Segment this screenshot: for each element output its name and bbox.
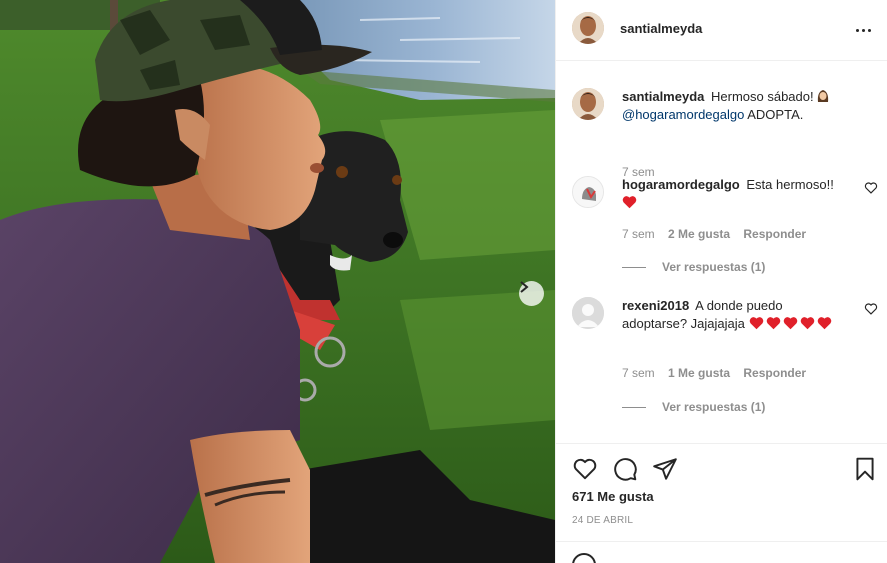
comment-avatar[interactable] (572, 176, 604, 208)
comment-item: rexeni2018 A donde puedo adoptarse? Jaja… (572, 297, 878, 417)
save-bookmark-icon[interactable] (852, 456, 878, 482)
more-options-button[interactable] (853, 20, 873, 40)
comment-like-heart-icon[interactable] (864, 181, 878, 195)
next-photo-button[interactable] (519, 281, 544, 306)
add-comment-bar[interactable] (556, 541, 887, 563)
comment-like-heart-icon[interactable] (864, 302, 878, 316)
reply-button[interactable]: Responder (743, 366, 806, 380)
comment-body: rexeni2018 A donde puedo adoptarse? Jaja… (622, 297, 850, 333)
dog-logo-icon (573, 177, 603, 207)
author-avatar[interactable] (572, 12, 604, 44)
red-heart-emoji-icon (622, 196, 637, 209)
caption-body: santialmeyda Hermoso sábado! @hogaramord… (622, 88, 850, 124)
red-heart-emoji-icon (766, 317, 780, 330)
comment-bubble-icon[interactable] (612, 456, 638, 482)
avatar-image (572, 12, 604, 44)
post-date[interactable]: 24 DE ABRIL (572, 515, 633, 526)
likes-count[interactable]: 671 Me gusta (572, 489, 654, 504)
emoji-icon[interactable] (572, 553, 596, 563)
comment-item: hogaramordegalgo Esta hermoso!! 7 sem 2 … (572, 176, 878, 276)
caption-text-after: ADOPTA. (747, 107, 804, 122)
post-photo[interactable] (0, 0, 555, 563)
author-username[interactable]: santialmeyda (620, 21, 702, 36)
post-sidebar: santialmeyda santialmeyda Hermoso sábado… (555, 0, 887, 563)
caption-avatar[interactable] (572, 88, 604, 120)
comments-list[interactable]: santialmeyda Hermoso sábado! @hogaramord… (556, 62, 887, 443)
comment-username[interactable]: rexeni2018 (622, 298, 689, 313)
post-image (0, 0, 555, 563)
comment-likes[interactable]: 2 Me gusta (668, 227, 730, 241)
default-avatar-icon (572, 297, 604, 329)
reply-button[interactable]: Responder (743, 227, 806, 241)
woman-emoji-icon (816, 89, 830, 103)
caption-mention[interactable]: @hogaramordegalgo (622, 107, 744, 122)
replies-line (622, 406, 646, 408)
ellipsis-icon (855, 28, 859, 32)
caption-username[interactable]: santialmeyda (622, 89, 704, 104)
ellipsis-dot (861, 28, 865, 32)
heart-emojis (749, 316, 834, 331)
caption-text: Hermoso sábado! (711, 89, 814, 104)
comment-meta: 7 sem 2 Me gusta Responder (622, 227, 816, 241)
red-heart-emoji-icon (783, 317, 797, 330)
comment-body: hogaramordegalgo Esta hermoso!! (622, 176, 850, 212)
view-replies-button[interactable]: Ver respuestas (1) (622, 260, 765, 274)
red-heart-emoji-icon (817, 317, 831, 330)
red-heart-emoji-icon (800, 317, 814, 330)
share-paper-plane-icon[interactable] (652, 456, 678, 482)
avatar-image (572, 88, 604, 120)
caption: santialmeyda Hermoso sábado! @hogaramord… (572, 88, 872, 179)
view-replies-label: Ver respuestas (1) (662, 400, 766, 414)
view-replies-button[interactable]: Ver respuestas (1) (622, 400, 765, 414)
comment-text: Esta hermoso!! (746, 177, 834, 192)
ellipsis-dot (867, 28, 871, 32)
like-heart-icon[interactable] (572, 456, 598, 482)
comment-meta: 7 sem 1 Me gusta Responder (622, 366, 816, 380)
post-header: santialmeyda (556, 0, 887, 61)
comment-likes[interactable]: 1 Me gusta (668, 366, 730, 380)
comment-time[interactable]: 7 sem (622, 366, 655, 380)
comment-avatar[interactable] (572, 297, 604, 329)
chevron-right-icon (520, 281, 529, 293)
comment-username[interactable]: hogaramordegalgo (622, 177, 740, 192)
view-replies-label: Ver respuestas (1) (662, 260, 766, 274)
replies-line (622, 266, 646, 268)
red-heart-emoji-icon (749, 317, 763, 330)
comment-time[interactable]: 7 sem (622, 227, 655, 241)
